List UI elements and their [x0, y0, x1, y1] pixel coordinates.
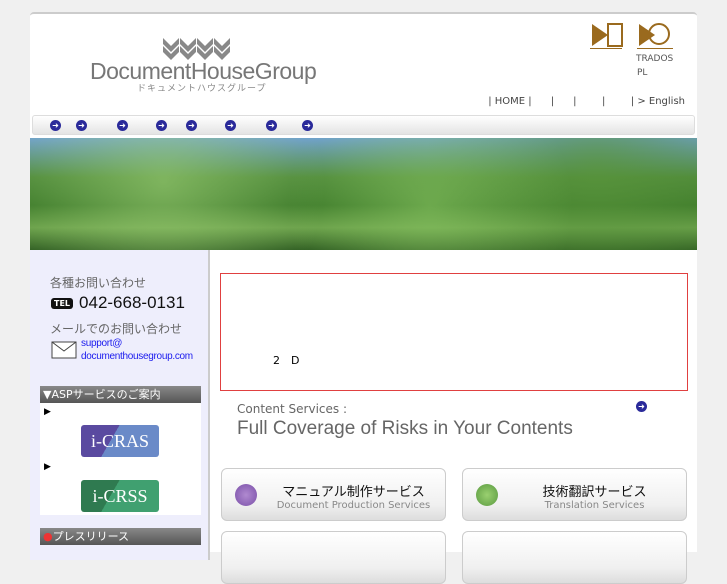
nav-bar: ➜ ➜ ➜ ➜ ➜ ➜ ➜ ➜ — [32, 115, 695, 135]
services-kicker: Content Services : — [237, 402, 347, 416]
service-title-en: Document Production Services — [276, 500, 431, 511]
contact-label: 各種お問い合わせ — [50, 276, 147, 290]
notice-text: 2 D — [273, 354, 300, 367]
envelope-icon — [51, 341, 77, 359]
nav-arrow-icon[interactable]: ➜ — [117, 120, 128, 131]
services-title: Full Coverage of Risks in Your Contents — [237, 418, 573, 439]
press-heading-text: プレスリリース — [52, 530, 130, 543]
mail-label: メールでのお問い合わせ — [50, 322, 183, 336]
trados-link[interactable]: TRADOS — [636, 54, 673, 64]
nav-arrow-icon[interactable]: ➜ — [156, 120, 167, 131]
service-title-en: Translation Services — [544, 500, 645, 511]
phone-number: 042-668-0131 — [79, 293, 185, 312]
sidebar: 各種お問い合わせ TEL 042-668-0131 メールでのお問い合わせ su… — [30, 250, 210, 560]
banner-foliage — [30, 138, 697, 250]
ds-brand-icon[interactable] — [635, 22, 675, 50]
email-line2[interactable]: documenthousegroup.com — [81, 350, 193, 363]
more-arrow-icon[interactable]: ➜ — [636, 401, 647, 412]
nav-arrow-icon[interactable]: ➜ — [225, 120, 236, 131]
nav-arrow-icon[interactable]: ➜ — [76, 120, 87, 131]
service-card[interactable] — [221, 531, 446, 584]
service-document-production[interactable]: マニュアル制作サービス Document Production Services — [221, 468, 446, 521]
service-title-jp: 技術翻訳サービス — [542, 485, 647, 500]
notice-box: 2 D — [220, 273, 688, 391]
logo-subtitle: ドキュメントハウスグループ — [137, 84, 267, 94]
service-title-jp: マニュアル制作サービス — [282, 485, 425, 500]
icriss-button[interactable]: i-CRSS — [81, 480, 159, 512]
page: DocumentHouseGroup ドキュメントハウスグループ TRADOS … — [30, 12, 697, 584]
asp-panel: ▶ i-CRAS ▶ i-CRSS — [40, 403, 201, 515]
dh-brand-icon[interactable] — [588, 22, 624, 50]
service-translation[interactable]: 技術翻訳サービス Translation Services — [462, 468, 687, 521]
icras-button[interactable]: i-CRAS — [81, 425, 159, 457]
play-bullet-icon: ▶ — [44, 407, 51, 417]
email-line1[interactable]: support@ — [81, 337, 193, 350]
tel-icon: TEL — [51, 297, 74, 309]
email-link[interactable]: support@ documenthousegroup.com — [81, 337, 193, 363]
play-icon: ● — [43, 530, 53, 543]
asp-heading-text: ASPサービスのご案内 — [51, 388, 161, 401]
pl-link[interactable]: PL — [637, 68, 647, 78]
nav-arrow-icon[interactable]: ➜ — [302, 120, 313, 131]
logo-icon — [163, 38, 230, 60]
asp-heading: ▼ASPサービスのご案内 — [40, 386, 201, 403]
play-bullet-icon: ▶ — [44, 462, 51, 472]
nav-arrow-icon[interactable]: ➜ — [186, 120, 197, 131]
nav-arrow-icon[interactable]: ➜ — [266, 120, 277, 131]
press-heading: ●プレスリリース — [40, 528, 201, 545]
top-links[interactable]: | HOME | | | | | > English — [488, 96, 685, 107]
nav-arrow-icon[interactable]: ➜ — [50, 120, 61, 131]
service-card[interactable] — [462, 531, 687, 584]
